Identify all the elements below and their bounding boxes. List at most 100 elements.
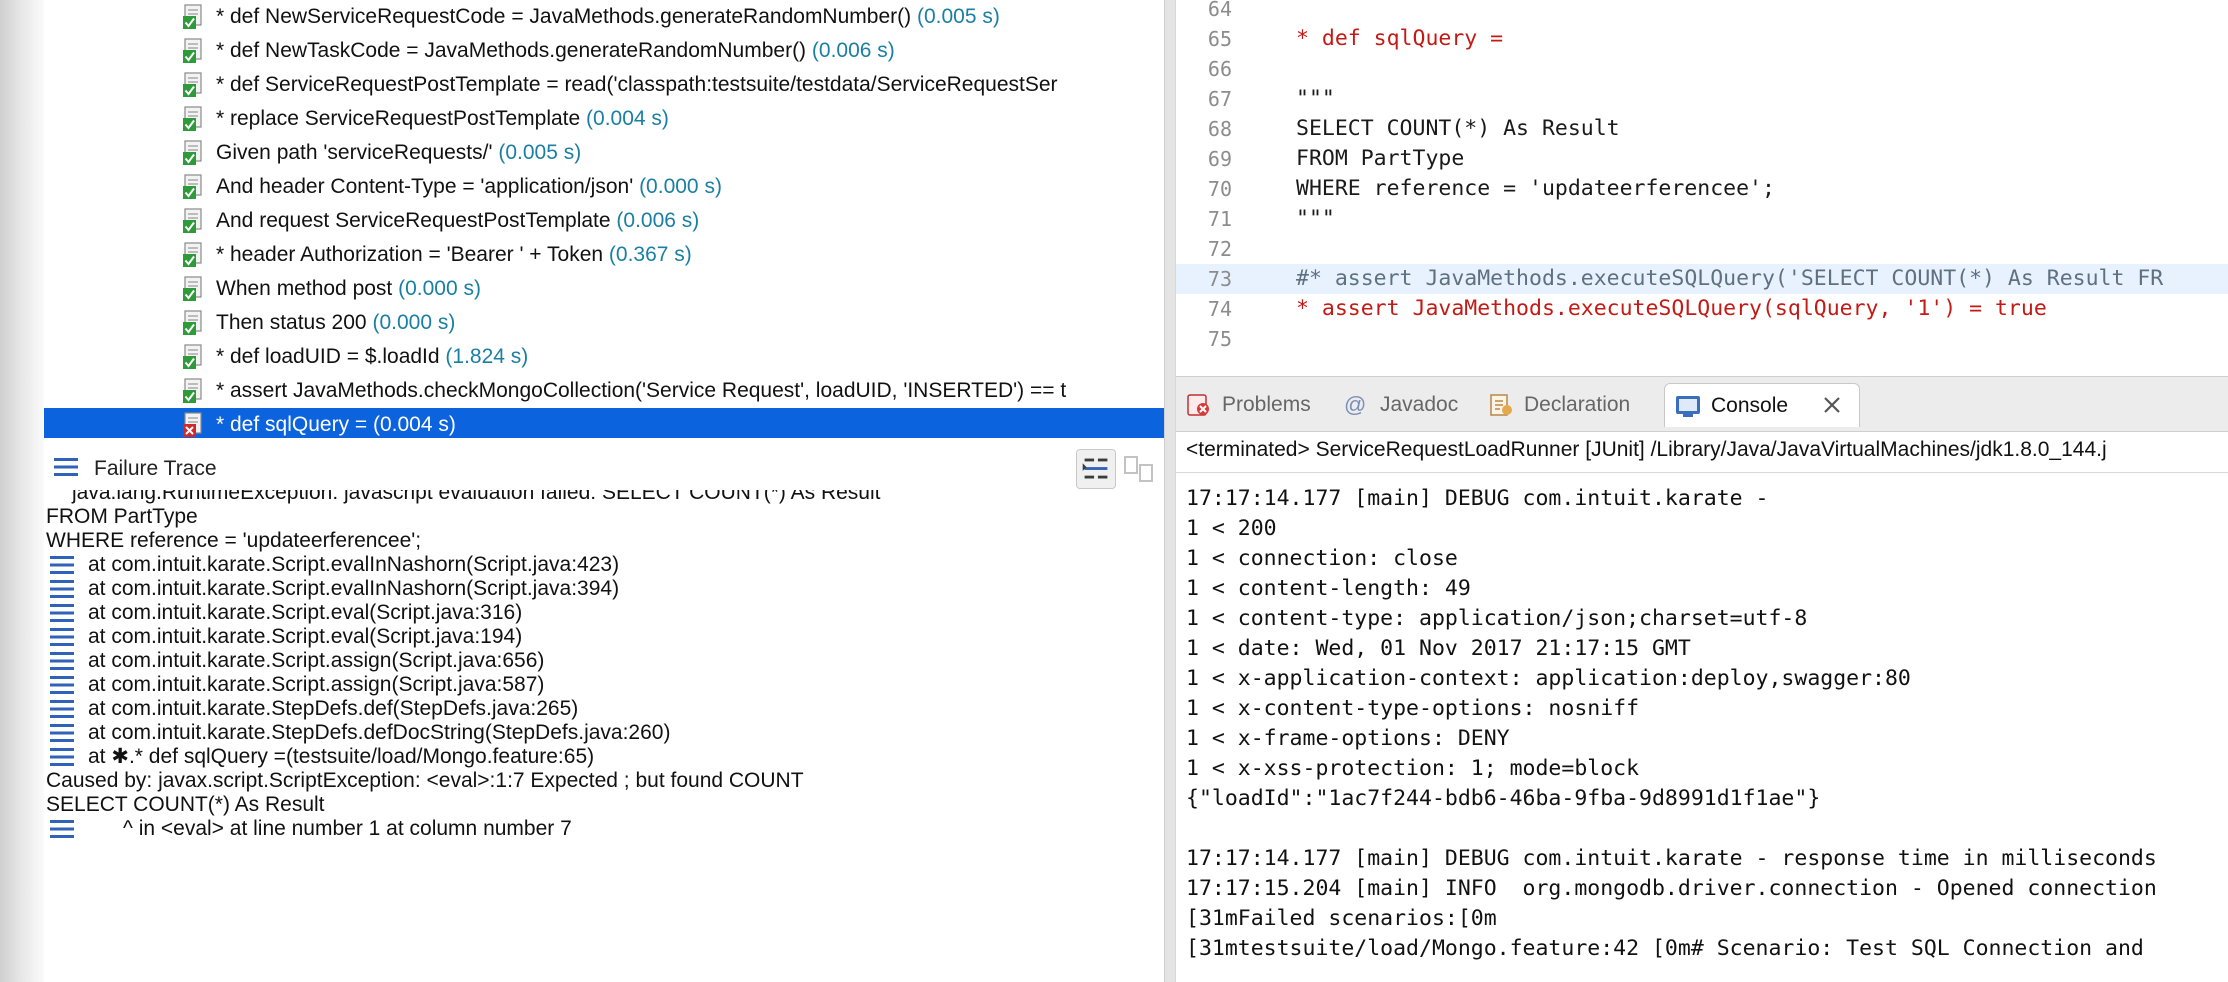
test-passed-icon — [183, 140, 202, 165]
console-line: 1 < date: Wed, 01 Nov 2017 21:17:15 GMT — [1186, 636, 1691, 661]
test-tree-row-label: And header Content-Type = 'application/j… — [216, 170, 722, 204]
test-tree-row[interactable]: Then status 200 (0.000 s) — [44, 306, 1164, 340]
stack-frame-icon — [50, 604, 74, 622]
test-tree-row[interactable]: When method post (0.000 s) — [44, 272, 1164, 306]
test-tree-row-label: * def ServiceRequestPostTemplate = read(… — [216, 68, 1058, 102]
test-step-text: Given path 'serviceRequests/' — [216, 141, 493, 164]
code-line[interactable]: 65 * def sqlQuery = — [1176, 24, 2228, 54]
console-line: 1 < content-length: 49 — [1186, 576, 1471, 601]
test-step-text: * def NewTaskCode = JavaMethods.generate… — [216, 39, 807, 62]
test-step-text: When method post — [216, 277, 393, 300]
test-tree-row-label: And request ServiceRequestPostTemplate (… — [216, 204, 699, 238]
tab-console[interactable]: Console — [1664, 383, 1860, 427]
code-text: WHERE reference = 'updateerferencee'; — [1296, 176, 1775, 201]
test-tree[interactable]: * def NewServiceRequestCode = JavaMethod… — [44, 0, 1164, 438]
code-line[interactable]: 67 """ — [1176, 84, 2228, 114]
test-tree-row[interactable]: * def NewTaskCode = JavaMethods.generate… — [44, 34, 1164, 68]
stack-frame-icon — [50, 676, 74, 694]
test-tree-row-label: * assert JavaMethods.checkMongoCollectio… — [216, 374, 1066, 408]
stack-frame-text: ^ in <eval> at line number 1 at column n… — [88, 817, 572, 840]
test-tree-row[interactable]: * def ServiceRequestPostTemplate = read(… — [44, 68, 1164, 102]
test-step-duration: (0.005 s) — [498, 141, 582, 164]
pane-divider[interactable] — [1164, 0, 1176, 982]
line-number: 69 — [1207, 147, 1232, 171]
test-passed-icon — [183, 378, 202, 403]
test-step-duration: (0.000 s) — [398, 277, 481, 300]
test-step-duration: (0.367 s) — [608, 243, 692, 266]
line-number: 66 — [1207, 57, 1232, 81]
test-tree-row-label: Then status 200 (0.000 s) — [216, 306, 455, 340]
close-icon[interactable] — [1821, 394, 1843, 416]
code-line[interactable]: 73 #* assert JavaMethods.executeSQLQuery(… — [1176, 264, 2228, 294]
tab-declaration-label: Declaration — [1524, 393, 1631, 416]
test-step-text: * def sqlQuery = (0.004 s) — [216, 413, 456, 436]
junit-view: * def NewServiceRequestCode = JavaMethod… — [0, 0, 1164, 982]
test-tree-row[interactable]: * def sqlQuery = (0.004 s) — [44, 408, 1164, 438]
tab-declaration[interactable]: Declaration — [1488, 383, 1658, 427]
code-line[interactable]: 74 * assert JavaMethods.executeSQLQuery(s… — [1176, 294, 2228, 324]
code-line[interactable]: 68 SELECT COUNT(*) As Result — [1176, 114, 2228, 144]
code-text: #* assert JavaMethods.executeSQLQuery('S… — [1296, 266, 2164, 291]
test-passed-icon — [183, 174, 202, 199]
console-status-line: <terminated> ServiceRequestLoadRunner [J… — [1186, 438, 2107, 461]
test-tree-row[interactable]: * replace ServiceRequestPostTemplate (0.… — [44, 102, 1164, 136]
test-step-text: And header Content-Type = 'application/j… — [216, 175, 634, 198]
test-tree-row[interactable]: * def loadUID = $.loadId (1.824 s) — [44, 340, 1164, 374]
code-line[interactable]: 64 — [1176, 0, 2228, 24]
test-tree-row-label: * def sqlQuery = (0.004 s) — [216, 408, 456, 438]
tab-javadoc[interactable]: @ Javadoc — [1344, 383, 1474, 427]
code-line[interactable]: 70 WHERE reference = 'updateerferencee'; — [1176, 174, 2228, 204]
stack-frame-icon — [50, 724, 74, 742]
line-number: 71 — [1207, 207, 1232, 231]
stack-frame-icon — [50, 580, 74, 598]
test-step-text: * def NewServiceRequestCode = JavaMethod… — [216, 5, 912, 28]
filter-stack-trace-button[interactable] — [1076, 449, 1116, 489]
stack-frame-icon — [50, 556, 74, 574]
test-step-duration: (0.000 s) — [372, 311, 456, 334]
failure-trace-list[interactable]: java.lang.RuntimeException: javascript e… — [44, 490, 1164, 982]
test-passed-icon — [183, 72, 202, 97]
test-step-text: * replace ServiceRequestPostTemplate — [216, 107, 581, 130]
code-line[interactable]: 71 """ — [1176, 204, 2228, 234]
code-line[interactable]: 69 FROM PartType — [1176, 144, 2228, 174]
test-tree-row[interactable]: * header Authorization = 'Bearer ' + Tok… — [44, 238, 1164, 272]
test-tree-row[interactable]: * assert JavaMethods.checkMongoCollectio… — [44, 374, 1164, 408]
code-line[interactable]: 75 — [1176, 324, 2228, 354]
test-step-duration: (0.006 s) — [811, 39, 895, 62]
stack-frame-icon — [50, 652, 74, 670]
test-step-text: Then status 200 — [216, 311, 367, 334]
console-line: 1 < content-type: application/json;chars… — [1186, 606, 1808, 631]
test-tree-row[interactable]: And request ServiceRequestPostTemplate (… — [44, 204, 1164, 238]
line-number: 74 — [1207, 297, 1232, 321]
console-line: 1 < connection: close — [1186, 546, 1458, 571]
code-line[interactable]: 72 — [1176, 234, 2228, 264]
test-tree-row-label: When method post (0.000 s) — [216, 272, 481, 306]
view-tab-bar: Problems @ Javadoc Declaration Console — [1176, 376, 2228, 432]
failure-trace-menu-icon — [54, 458, 78, 476]
code-text: * def sqlQuery = — [1296, 26, 1504, 51]
test-tree-row[interactable]: Given path 'serviceRequests/' (0.005 s) — [44, 136, 1164, 170]
filter-stack-icon — [1082, 458, 1108, 479]
tab-problems[interactable]: Problems — [1186, 383, 1316, 427]
test-tree-row[interactable]: And header Content-Type = 'application/j… — [44, 170, 1164, 204]
test-step-duration: (0.005 s) — [916, 5, 1000, 28]
line-number: 67 — [1207, 87, 1232, 111]
code-line[interactable]: 66 — [1176, 54, 2228, 84]
test-step-duration: (1.824 s) — [445, 345, 529, 368]
code-text: * assert JavaMethods.executeSQLQuery(sql… — [1296, 296, 2047, 321]
test-step-duration: (0.000 s) — [639, 175, 722, 198]
test-passed-icon — [183, 344, 202, 369]
test-tree-row-label: Given path 'serviceRequests/' (0.005 s) — [216, 136, 581, 170]
line-number: 68 — [1207, 117, 1232, 141]
console-line: {"loadId":"1ac7f244-bdb6-46ba-9fba-9d899… — [1186, 786, 1821, 811]
code-text: """ — [1296, 86, 1335, 111]
test-tree-row-label: * header Authorization = 'Bearer ' + Tok… — [216, 238, 692, 272]
test-passed-icon — [183, 4, 202, 29]
compare-result-icon[interactable] — [1122, 453, 1156, 487]
feature-editor[interactable]: 64 65 * def sqlQuery = 66 67 """ 68 SELECT COUN… — [1176, 0, 2228, 370]
problems-icon — [1187, 394, 1209, 416]
test-tree-row[interactable]: * def NewServiceRequestCode = JavaMethod… — [44, 0, 1164, 34]
console-view[interactable]: <terminated> ServiceRequestLoadRunner [J… — [1176, 432, 2228, 982]
tab-console-label: Console — [1711, 394, 1789, 417]
failure-trace-title: Failure Trace — [94, 457, 217, 480]
